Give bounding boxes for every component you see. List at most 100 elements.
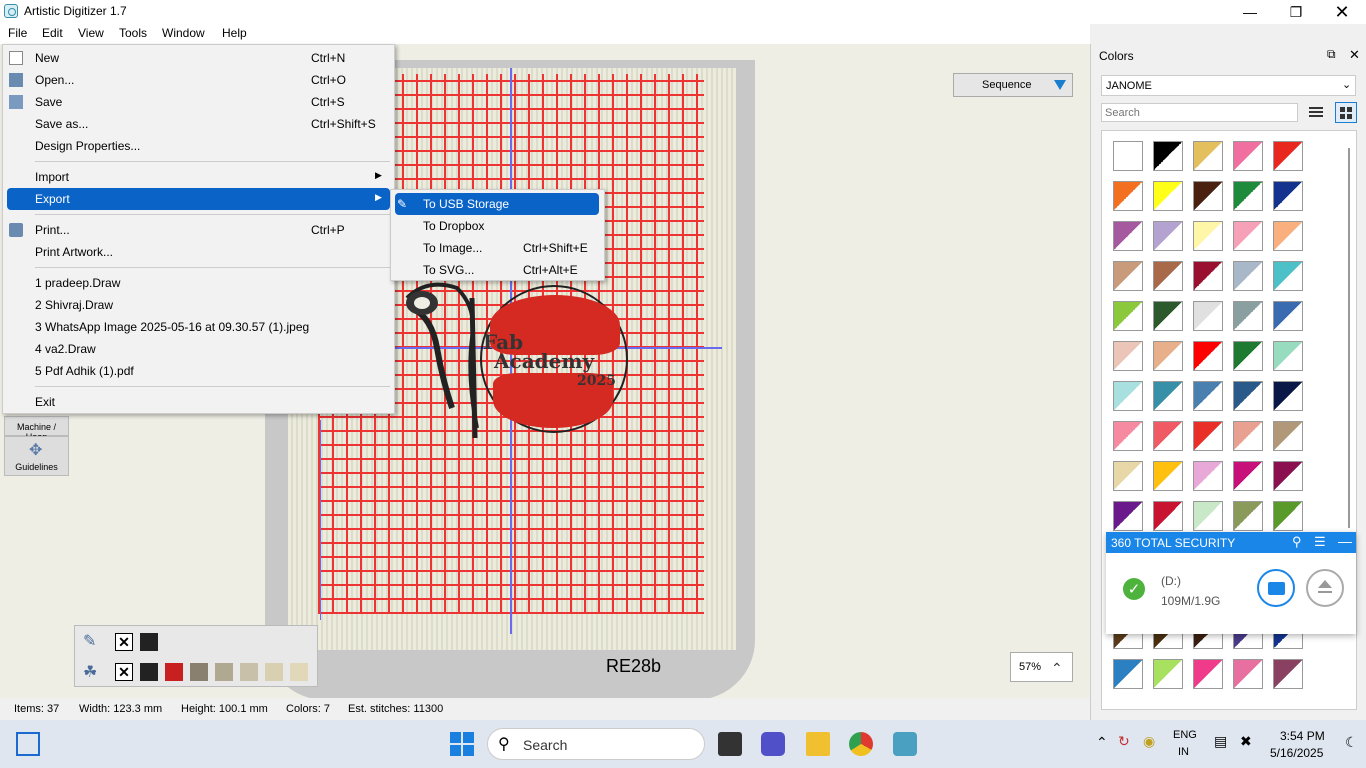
minimize-button[interactable]: — — [1227, 0, 1273, 24]
color-swatch[interactable] — [1193, 301, 1223, 331]
menu-item-recent-1[interactable]: 1 pradeep.Draw — [3, 272, 394, 294]
thread-swatch[interactable] — [190, 663, 208, 681]
volume-muted-icon[interactable]: ✖ — [1240, 733, 1252, 750]
color-search-input[interactable] — [1101, 103, 1298, 122]
menu-view[interactable]: View — [78, 26, 104, 40]
color-swatch[interactable] — [1233, 301, 1263, 331]
color-swatch[interactable] — [1113, 659, 1143, 689]
color-swatch[interactable] — [1113, 301, 1143, 331]
color-swatch[interactable] — [1153, 461, 1183, 491]
color-swatch[interactable] — [1233, 501, 1263, 531]
list-view-icon[interactable] — [1305, 102, 1327, 123]
menu-item-print-artwork[interactable]: Print Artwork... — [3, 241, 394, 263]
zoom-control[interactable]: 57% ⌃ — [1010, 652, 1073, 682]
menu-item-recent-3[interactable]: 3 WhatsApp Image 2025-05-16 at 09.30.57 … — [3, 316, 394, 338]
color-swatch[interactable] — [1233, 421, 1263, 451]
chevron-up-icon[interactable]: ⌃ — [1096, 734, 1108, 751]
color-swatch[interactable] — [1153, 421, 1183, 451]
menu-tools[interactable]: Tools — [119, 26, 147, 40]
color-swatch[interactable] — [1153, 381, 1183, 411]
meet-icon[interactable] — [761, 732, 785, 756]
menu-item-save-as[interactable]: Save as... Ctrl+Shift+S — [3, 113, 394, 135]
menu-item-print[interactable]: Print... Ctrl+P — [3, 219, 394, 241]
color-swatch[interactable] — [1273, 261, 1303, 291]
thread-swatch[interactable] — [265, 663, 283, 681]
grid-view-icon[interactable] — [1335, 102, 1357, 123]
color-swatch[interactable] — [1193, 341, 1223, 371]
color-swatch[interactable] — [1193, 381, 1223, 411]
color-swatch[interactable] — [1233, 659, 1263, 689]
close-panel-icon[interactable]: ✕ — [1349, 47, 1360, 63]
menu-item-design-properties[interactable]: Design Properties... — [3, 135, 394, 157]
task-view-icon[interactable] — [718, 732, 742, 756]
menu-icon[interactable]: ☰ — [1314, 534, 1326, 550]
region-label[interactable]: IN — [1178, 746, 1189, 758]
menu-item-exit[interactable]: Exit — [3, 391, 394, 413]
clock-date[interactable]: 5/16/2025 — [1270, 746, 1323, 760]
thread-swatch[interactable] — [165, 663, 183, 681]
color-swatch[interactable] — [1233, 341, 1263, 371]
menu-item-recent-4[interactable]: 4 va2.Draw — [3, 338, 394, 360]
color-swatch[interactable] — [1233, 181, 1263, 211]
menu-item-to-svg[interactable]: To SVG... Ctrl+Alt+E — [391, 259, 604, 281]
search-icon[interactable]: ⚲ — [1292, 534, 1302, 550]
menu-item-save[interactable]: Save Ctrl+S — [3, 91, 394, 113]
color-swatch[interactable] — [1273, 181, 1303, 211]
menu-item-export[interactable]: Export ▶ — [7, 188, 390, 210]
color-swatch[interactable] — [1233, 261, 1263, 291]
color-swatch[interactable] — [1153, 181, 1183, 211]
menu-item-open[interactable]: Open... Ctrl+O — [3, 69, 394, 91]
color-swatch[interactable] — [1193, 181, 1223, 211]
color-swatch[interactable] — [1113, 461, 1143, 491]
close-button[interactable]: ✕ — [1319, 0, 1365, 24]
color-swatch[interactable] — [1193, 141, 1223, 171]
color-swatch[interactable] — [1113, 421, 1143, 451]
menu-file[interactable]: File — [8, 26, 27, 40]
color-swatch[interactable] — [1153, 341, 1183, 371]
color-swatch[interactable] — [1193, 501, 1223, 531]
color-swatch[interactable] — [1193, 261, 1223, 291]
color-swatch[interactable] — [1273, 381, 1303, 411]
color-swatch[interactable] — [1273, 421, 1303, 451]
color-swatch[interactable] — [1113, 221, 1143, 251]
menu-item-to-dropbox[interactable]: To Dropbox — [391, 215, 604, 237]
no-color-swatch[interactable]: ✕ — [115, 633, 133, 651]
color-swatch[interactable] — [1113, 501, 1143, 531]
folder-icon[interactable] — [1257, 569, 1295, 607]
taskbar-search[interactable]: ⚲ Search — [487, 728, 705, 760]
machine-hoop-tool[interactable]: Machine / Hoop — [4, 416, 69, 442]
fill-bucket-icon[interactable]: ☘ — [83, 662, 97, 682]
color-swatch[interactable] — [1113, 141, 1143, 171]
thread-swatch[interactable] — [240, 663, 258, 681]
file-explorer-icon[interactable] — [806, 732, 830, 756]
color-swatch[interactable] — [1113, 341, 1143, 371]
color-swatch[interactable] — [1273, 141, 1303, 171]
color-swatch[interactable] — [1233, 381, 1263, 411]
menu-item-to-usb-storage[interactable]: ✎ To USB Storage — [395, 193, 599, 215]
widgets-icon[interactable] — [16, 732, 40, 756]
menu-window[interactable]: Window — [162, 26, 205, 40]
menu-item-recent-2[interactable]: 2 Shivraj.Draw — [3, 294, 394, 316]
no-color-swatch[interactable]: ✕ — [115, 663, 133, 681]
moon-icon[interactable]: ☾ — [1345, 734, 1358, 751]
color-swatch[interactable] — [1153, 221, 1183, 251]
color-swatch[interactable] — [1273, 301, 1303, 331]
menu-edit[interactable]: Edit — [42, 26, 63, 40]
color-swatch[interactable] — [1113, 381, 1143, 411]
color-swatch[interactable] — [1153, 501, 1183, 531]
thread-brand-select[interactable]: JANOME ⌄ — [1101, 75, 1356, 96]
sequence-dropdown[interactable]: Sequence — [953, 73, 1073, 97]
start-icon[interactable] — [450, 732, 474, 756]
artistic-digitizer-taskbar-icon[interactable] — [893, 732, 917, 756]
color-swatch[interactable] — [1153, 659, 1183, 689]
menu-item-import[interactable]: Import ▶ — [3, 166, 394, 188]
menu-help[interactable]: Help — [222, 26, 247, 40]
color-swatch[interactable] — [1153, 261, 1183, 291]
guidelines-tool[interactable]: ✥ Guidelines — [4, 436, 69, 476]
menu-item-to-image[interactable]: To Image... Ctrl+Shift+E — [391, 237, 604, 259]
tray-icon[interactable]: ◉ — [1143, 733, 1155, 750]
color-swatch[interactable] — [1193, 221, 1223, 251]
menu-item-new[interactable]: New Ctrl+N — [3, 47, 394, 69]
network-icon[interactable]: ▤ — [1214, 733, 1227, 750]
clock-time[interactable]: 3:54 PM — [1280, 729, 1325, 743]
